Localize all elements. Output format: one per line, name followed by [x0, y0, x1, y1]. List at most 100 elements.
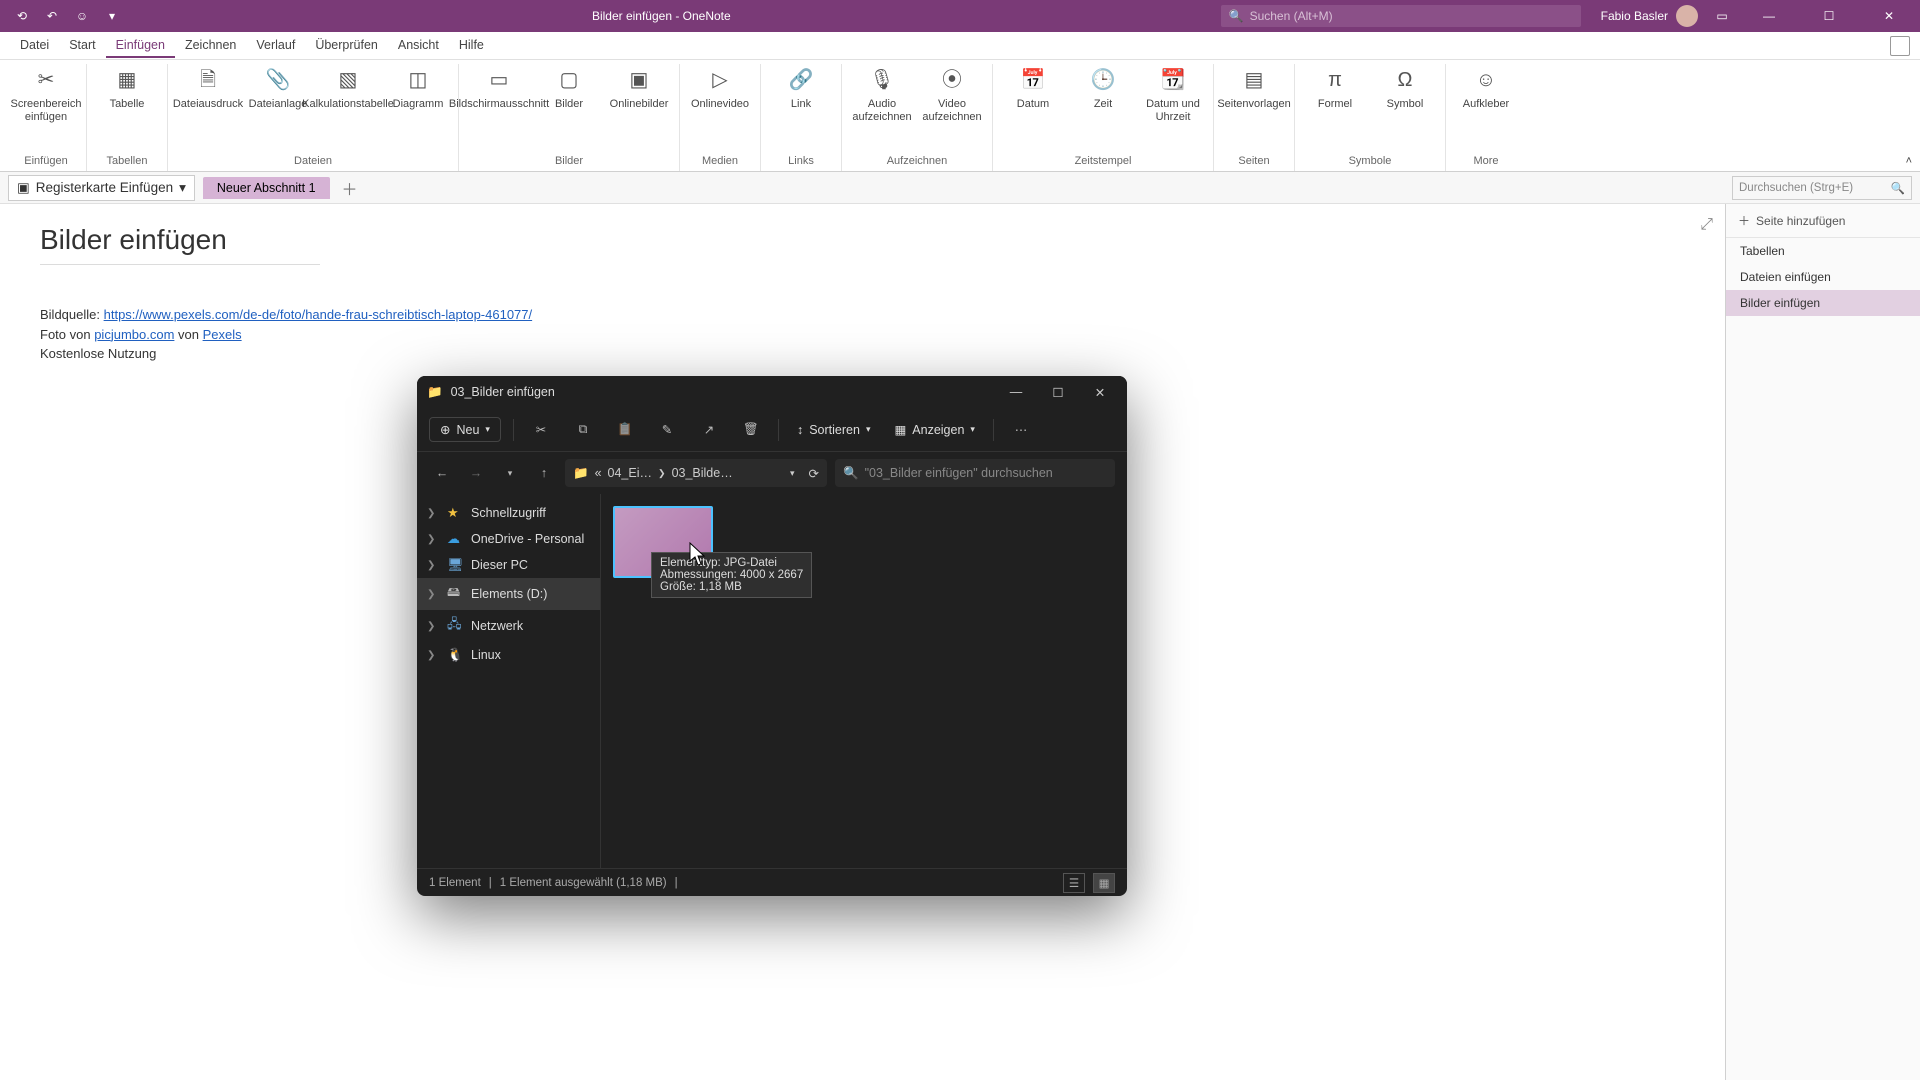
ribbon-item[interactable]: ▢Bilder: [537, 64, 601, 113]
ribbon-item[interactable]: 📎Dateianlage: [246, 64, 310, 113]
ribbon-icon: ▭: [485, 66, 513, 94]
ribbon-group: ▷OnlinevideoMedien: [680, 64, 761, 171]
new-button[interactable]: ⊕ Neu ▾: [429, 417, 501, 442]
search-box[interactable]: 🔍 Suchen (Alt+M): [1221, 5, 1581, 27]
explorer-close-button[interactable]: ✕: [1083, 378, 1117, 406]
menu-tab-datei[interactable]: Datei: [10, 34, 59, 58]
tree-item[interactable]: ❯🖴Elements (D:): [417, 578, 600, 610]
ribbon-icon: 📆: [1159, 66, 1187, 94]
tree-item[interactable]: ❯🖥Dieser PC: [417, 552, 600, 578]
address-bar[interactable]: 📁 « 04_Ei… ❯ 03_Bilde… ▾ ⟳: [565, 459, 827, 487]
tree-item[interactable]: ❯★Schnellzugriff: [417, 500, 600, 526]
ribbon-item[interactable]: 📅Datum: [1001, 64, 1065, 113]
ribbon-item[interactable]: 🎙Audio aufzeichnen: [850, 64, 914, 126]
explorer-minimize-button[interactable]: —: [999, 378, 1033, 406]
ribbon-item[interactable]: 🔗Link: [769, 64, 833, 113]
delete-icon[interactable]: 🗑: [736, 415, 766, 445]
cut-icon[interactable]: ✂: [526, 415, 556, 445]
explorer-search[interactable]: 🔍 "03_Bilder einfügen" durchsuchen: [835, 459, 1115, 487]
ribbon-icon: Ω: [1391, 66, 1419, 94]
menu-tab-zeichnen[interactable]: Zeichnen: [175, 34, 246, 58]
maximize-button[interactable]: ☐: [1806, 0, 1852, 32]
page-list-item[interactable]: Bilder einfügen: [1726, 290, 1920, 316]
tree-item[interactable]: ❯🐧Linux: [417, 642, 600, 668]
thumbnails-view-icon[interactable]: ▦: [1093, 873, 1115, 893]
share-button[interactable]: [1890, 36, 1910, 56]
credit-author-link[interactable]: picjumbo.com: [94, 327, 174, 342]
ribbon-item-label: Audio aufzeichnen: [852, 98, 911, 124]
notebook-dropdown[interactable]: ▣ Registerkarte Einfügen ▾: [8, 175, 195, 201]
sync-status-icon[interactable]: ☺: [72, 6, 92, 26]
ribbon-item[interactable]: ☺Aufkleber: [1454, 64, 1518, 113]
menu-tab-verlauf[interactable]: Verlauf: [246, 34, 305, 58]
source-link[interactable]: https://www.pexels.com/de-de/foto/hande-…: [104, 307, 533, 322]
explorer-maximize-button[interactable]: ☐: [1041, 378, 1075, 406]
page-list-item[interactable]: Dateien einfügen: [1726, 264, 1920, 290]
copy-icon[interactable]: ⧉: [568, 415, 598, 445]
minimize-button[interactable]: —: [1746, 0, 1792, 32]
add-section-button[interactable]: ＋: [338, 176, 362, 200]
ribbon-item[interactable]: ▧Kalkulationstabelle: [316, 64, 380, 113]
path-crumb[interactable]: 04_Ei…: [608, 466, 652, 480]
section-tab[interactable]: Neuer Abschnitt 1: [203, 177, 330, 199]
ribbon-item[interactable]: ◫Diagramm: [386, 64, 450, 113]
ribbon-item[interactable]: ⦿Video aufzeichnen: [920, 64, 984, 126]
ribbon-group-label: Aufzeichnen: [887, 153, 948, 171]
ribbon-item[interactable]: ΩSymbol: [1373, 64, 1437, 113]
ribbon-item[interactable]: ▷Onlinevideo: [688, 64, 752, 113]
up-button[interactable]: ↑: [531, 460, 557, 486]
path-crumb[interactable]: 03_Bilde…: [672, 466, 733, 480]
nav-tree: ❯★Schnellzugriff❯☁OneDrive - Personal❯🖥D…: [417, 494, 601, 868]
ribbon-collapse-icon[interactable]: ˄: [1906, 155, 1912, 167]
ribbon-icon: ▦: [113, 66, 141, 94]
view-button[interactable]: ▦ Anzeigen ▾: [888, 418, 980, 441]
chevron-down-icon[interactable]: ▾: [790, 468, 795, 479]
menu-tab-ansicht[interactable]: Ansicht: [388, 34, 449, 58]
tree-item[interactable]: ❯☁OneDrive - Personal: [417, 526, 600, 552]
refresh-icon[interactable]: ⟳: [809, 466, 819, 481]
ribbon-item[interactable]: 🕒Zeit: [1071, 64, 1135, 113]
path-crumb[interactable]: «: [595, 466, 602, 480]
rename-icon[interactable]: ✎: [652, 415, 682, 445]
page-list-item[interactable]: Tabellen: [1726, 238, 1920, 264]
recent-dropdown-icon[interactable]: ▾: [497, 460, 523, 486]
ribbon-item[interactable]: ▤Seitenvorlagen: [1222, 64, 1286, 113]
ribbon-item[interactable]: ▭Bildschirmausschnitt: [467, 64, 531, 113]
qat-dropdown-icon[interactable]: ▾: [102, 6, 122, 26]
close-button[interactable]: ✕: [1866, 0, 1912, 32]
page-body[interactable]: Bildquelle: https://www.pexels.com/de-de…: [40, 305, 1685, 364]
page-title[interactable]: Bilder einfügen: [40, 224, 320, 265]
ribbon-item[interactable]: πFormel: [1303, 64, 1367, 113]
menu-tab-start[interactable]: Start: [59, 34, 105, 58]
share-icon[interactable]: ↗: [694, 415, 724, 445]
ribbon-item[interactable]: ✂Screenbereich einfügen: [14, 64, 78, 126]
details-view-icon[interactable]: ☰: [1063, 873, 1085, 893]
paste-icon[interactable]: 📋: [610, 415, 640, 445]
ribbon-item[interactable]: ▣Onlinebilder: [607, 64, 671, 113]
section-search[interactable]: Durchsuchen (Strg+E) 🔍: [1732, 176, 1912, 200]
fullscreen-icon[interactable]: ⤢: [1700, 216, 1713, 234]
ribbon-icon: 📅: [1019, 66, 1047, 94]
back-button[interactable]: ←: [429, 460, 455, 486]
tree-item[interactable]: ❯🖧Netzwerk: [417, 610, 600, 642]
ribbon-item[interactable]: 📆Datum und Uhrzeit: [1141, 64, 1205, 126]
credit-site-link[interactable]: Pexels: [203, 327, 242, 342]
sort-button[interactable]: ↕ Sortieren ▾: [791, 419, 877, 441]
explorer-titlebar[interactable]: 📁 03_Bilder einfügen — ☐ ✕: [417, 376, 1127, 408]
ribbon-group: 🗎Dateiausdruck📎Dateianlage▧Kalkulationst…: [168, 64, 459, 171]
menu-tab-hilfe[interactable]: Hilfe: [449, 34, 494, 58]
add-page-button[interactable]: ＋ Seite hinzufügen: [1726, 204, 1920, 238]
forward-button[interactable]: →: [463, 460, 489, 486]
ribbon-item[interactable]: 🗎Dateiausdruck: [176, 64, 240, 113]
menu-tab-überprüfen[interactable]: Überprüfen: [305, 34, 388, 58]
ribbon-display-icon[interactable]: ▭: [1712, 6, 1732, 26]
ribbon-icon: ☺: [1472, 66, 1500, 94]
user-account[interactable]: Fabio Basler: [1601, 5, 1698, 27]
file-area[interactable]: Elementtyp: JPG-Datei Abmessungen: 4000 …: [601, 494, 1127, 868]
undo-icon[interactable]: ↶: [42, 6, 62, 26]
autosave-icon[interactable]: ⟲: [12, 6, 32, 26]
menu-tab-einfügen[interactable]: Einfügen: [106, 34, 175, 58]
ribbon-item[interactable]: ▦Tabelle: [95, 64, 159, 113]
more-icon[interactable]: ⋯: [1006, 415, 1036, 445]
explorer-title: 03_Bilder einfügen: [451, 385, 555, 399]
